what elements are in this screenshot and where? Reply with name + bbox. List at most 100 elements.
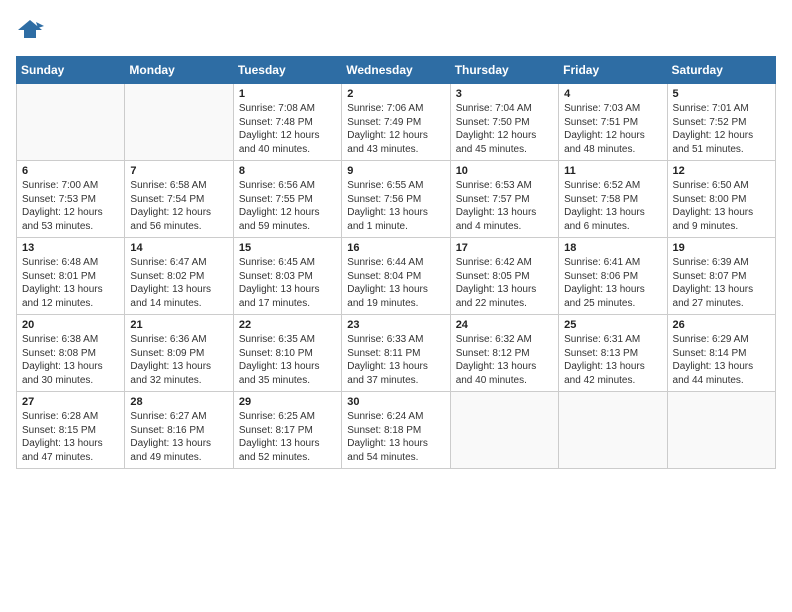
- calendar-cell: [450, 392, 558, 469]
- day-info: Sunrise: 7:04 AM Sunset: 7:50 PM Dayligh…: [456, 102, 553, 156]
- day-info: Sunrise: 6:33 AM Sunset: 8:11 PM Dayligh…: [347, 333, 444, 387]
- day-info: Sunrise: 7:01 AM Sunset: 7:52 PM Dayligh…: [673, 102, 770, 156]
- day-number: 5: [673, 88, 770, 100]
- day-info: Sunrise: 6:53 AM Sunset: 7:57 PM Dayligh…: [456, 179, 553, 233]
- day-info: Sunrise: 6:24 AM Sunset: 8:18 PM Dayligh…: [347, 410, 444, 464]
- calendar-cell: 25 Sunrise: 6:31 AM Sunset: 8:13 PM Dayli…: [559, 315, 667, 392]
- calendar-week-3: 13 Sunrise: 6:48 AM Sunset: 8:01 PM Dayli…: [17, 238, 776, 315]
- day-number: 26: [673, 319, 770, 331]
- day-info: Sunrise: 6:44 AM Sunset: 8:04 PM Dayligh…: [347, 256, 444, 310]
- day-number: 21: [130, 319, 227, 331]
- day-info: Sunrise: 6:29 AM Sunset: 8:14 PM Dayligh…: [673, 333, 770, 387]
- day-info: Sunrise: 6:52 AM Sunset: 7:58 PM Dayligh…: [564, 179, 661, 233]
- day-number: 13: [22, 242, 119, 254]
- calendar-cell: 2 Sunrise: 7:06 AM Sunset: 7:49 PM Daylig…: [342, 84, 450, 161]
- weekday-header-saturday: Saturday: [667, 57, 775, 84]
- weekday-header-friday: Friday: [559, 57, 667, 84]
- day-number: 18: [564, 242, 661, 254]
- day-number: 30: [347, 396, 444, 408]
- calendar-cell: 7 Sunrise: 6:58 AM Sunset: 7:54 PM Daylig…: [125, 161, 233, 238]
- day-number: 7: [130, 165, 227, 177]
- calendar-cell: 22 Sunrise: 6:35 AM Sunset: 8:10 PM Dayli…: [233, 315, 341, 392]
- day-number: 15: [239, 242, 336, 254]
- calendar-week-1: 1Sunrise: 7:08 AM Sunset: 7:48 PM Daylig…: [17, 84, 776, 161]
- day-number: 19: [673, 242, 770, 254]
- day-number: 20: [22, 319, 119, 331]
- day-number: 27: [22, 396, 119, 408]
- day-number: 22: [239, 319, 336, 331]
- day-number: 24: [456, 319, 553, 331]
- day-info: Sunrise: 6:41 AM Sunset: 8:06 PM Dayligh…: [564, 256, 661, 310]
- day-number: 11: [564, 165, 661, 177]
- day-info: Sunrise: 6:39 AM Sunset: 8:07 PM Dayligh…: [673, 256, 770, 310]
- day-info: Sunrise: 7:06 AM Sunset: 7:49 PM Dayligh…: [347, 102, 444, 156]
- day-info: Sunrise: 6:31 AM Sunset: 8:13 PM Dayligh…: [564, 333, 661, 387]
- day-number: 25: [564, 319, 661, 331]
- calendar-cell: [667, 392, 775, 469]
- day-info: Sunrise: 7:08 AM Sunset: 7:48 PM Dayligh…: [239, 102, 336, 156]
- calendar-cell: 10 Sunrise: 6:53 AM Sunset: 7:57 PM Dayli…: [450, 161, 558, 238]
- day-number: 16: [347, 242, 444, 254]
- day-number: 23: [347, 319, 444, 331]
- calendar-cell: 6 Sunrise: 7:00 AM Sunset: 7:53 PM Daylig…: [17, 161, 125, 238]
- weekday-header-sunday: Sunday: [17, 57, 125, 84]
- day-info: Sunrise: 6:45 AM Sunset: 8:03 PM Dayligh…: [239, 256, 336, 310]
- day-info: Sunrise: 6:35 AM Sunset: 8:10 PM Dayligh…: [239, 333, 336, 387]
- day-info: Sunrise: 6:48 AM Sunset: 8:01 PM Dayligh…: [22, 256, 119, 310]
- calendar-cell: 15 Sunrise: 6:45 AM Sunset: 8:03 PM Dayli…: [233, 238, 341, 315]
- day-info: Sunrise: 6:58 AM Sunset: 7:54 PM Dayligh…: [130, 179, 227, 233]
- calendar-cell: 8 Sunrise: 6:56 AM Sunset: 7:55 PM Daylig…: [233, 161, 341, 238]
- calendar-week-5: 27Sunrise: 6:28 AM Sunset: 8:15 PM Dayli…: [17, 392, 776, 469]
- calendar-cell: 16 Sunrise: 6:44 AM Sunset: 8:04 PM Dayli…: [342, 238, 450, 315]
- calendar-cell: 29 Sunrise: 6:25 AM Sunset: 8:17 PM Dayli…: [233, 392, 341, 469]
- calendar-header: SundayMondayTuesdayWednesdayThursdayFrid…: [17, 57, 776, 84]
- calendar-week-4: 20 Sunrise: 6:38 AM Sunset: 8:08 PM Dayli…: [17, 315, 776, 392]
- day-info: Sunrise: 6:42 AM Sunset: 8:05 PM Dayligh…: [456, 256, 553, 310]
- day-number: 6: [22, 165, 119, 177]
- calendar-cell: 19 Sunrise: 6:39 AM Sunset: 8:07 PM Dayli…: [667, 238, 775, 315]
- day-info: Sunrise: 7:00 AM Sunset: 7:53 PM Dayligh…: [22, 179, 119, 233]
- calendar-cell: 5 Sunrise: 7:01 AM Sunset: 7:52 PM Daylig…: [667, 84, 775, 161]
- day-info: Sunrise: 7:03 AM Sunset: 7:51 PM Dayligh…: [564, 102, 661, 156]
- weekday-header-wednesday: Wednesday: [342, 57, 450, 84]
- day-number: 3: [456, 88, 553, 100]
- calendar-cell: 30 Sunrise: 6:24 AM Sunset: 8:18 PM Dayli…: [342, 392, 450, 469]
- calendar-cell: 27Sunrise: 6:28 AM Sunset: 8:15 PM Dayli…: [17, 392, 125, 469]
- calendar-cell: 26 Sunrise: 6:29 AM Sunset: 8:14 PM Dayli…: [667, 315, 775, 392]
- day-info: Sunrise: 6:47 AM Sunset: 8:02 PM Dayligh…: [130, 256, 227, 310]
- calendar-cell: 21Sunrise: 6:36 AM Sunset: 8:09 PM Dayli…: [125, 315, 233, 392]
- calendar-body: 1Sunrise: 7:08 AM Sunset: 7:48 PM Daylig…: [17, 84, 776, 469]
- calendar-cell: 17 Sunrise: 6:42 AM Sunset: 8:05 PM Dayli…: [450, 238, 558, 315]
- day-number: 29: [239, 396, 336, 408]
- weekday-header-tuesday: Tuesday: [233, 57, 341, 84]
- day-info: Sunrise: 6:56 AM Sunset: 7:55 PM Dayligh…: [239, 179, 336, 233]
- day-info: Sunrise: 6:55 AM Sunset: 7:56 PM Dayligh…: [347, 179, 444, 233]
- logo: [16, 16, 48, 44]
- calendar-cell: 18 Sunrise: 6:41 AM Sunset: 8:06 PM Dayli…: [559, 238, 667, 315]
- day-info: Sunrise: 6:27 AM Sunset: 8:16 PM Dayligh…: [130, 410, 227, 464]
- logo-bird-icon: [16, 16, 44, 44]
- day-number: 28: [130, 396, 227, 408]
- calendar-cell: [17, 84, 125, 161]
- calendar-cell: 28 Sunrise: 6:27 AM Sunset: 8:16 PM Dayli…: [125, 392, 233, 469]
- calendar-cell: 11 Sunrise: 6:52 AM Sunset: 7:58 PM Dayli…: [559, 161, 667, 238]
- calendar-cell: [125, 84, 233, 161]
- day-info: Sunrise: 6:25 AM Sunset: 8:17 PM Dayligh…: [239, 410, 336, 464]
- day-number: 10: [456, 165, 553, 177]
- day-info: Sunrise: 6:32 AM Sunset: 8:12 PM Dayligh…: [456, 333, 553, 387]
- calendar-cell: 12 Sunrise: 6:50 AM Sunset: 8:00 PM Dayli…: [667, 161, 775, 238]
- day-info: Sunrise: 6:50 AM Sunset: 8:00 PM Dayligh…: [673, 179, 770, 233]
- calendar-cell: 24 Sunrise: 6:32 AM Sunset: 8:12 PM Dayli…: [450, 315, 558, 392]
- day-number: 8: [239, 165, 336, 177]
- day-number: 4: [564, 88, 661, 100]
- calendar-cell: 9Sunrise: 6:55 AM Sunset: 7:56 PM Daylig…: [342, 161, 450, 238]
- calendar-cell: 1Sunrise: 7:08 AM Sunset: 7:48 PM Daylig…: [233, 84, 341, 161]
- weekday-header-thursday: Thursday: [450, 57, 558, 84]
- weekday-header-row: SundayMondayTuesdayWednesdayThursdayFrid…: [17, 57, 776, 84]
- day-info: Sunrise: 6:38 AM Sunset: 8:08 PM Dayligh…: [22, 333, 119, 387]
- day-number: 17: [456, 242, 553, 254]
- day-number: 12: [673, 165, 770, 177]
- calendar-cell: 20 Sunrise: 6:38 AM Sunset: 8:08 PM Dayli…: [17, 315, 125, 392]
- weekday-header-monday: Monday: [125, 57, 233, 84]
- day-number: 2: [347, 88, 444, 100]
